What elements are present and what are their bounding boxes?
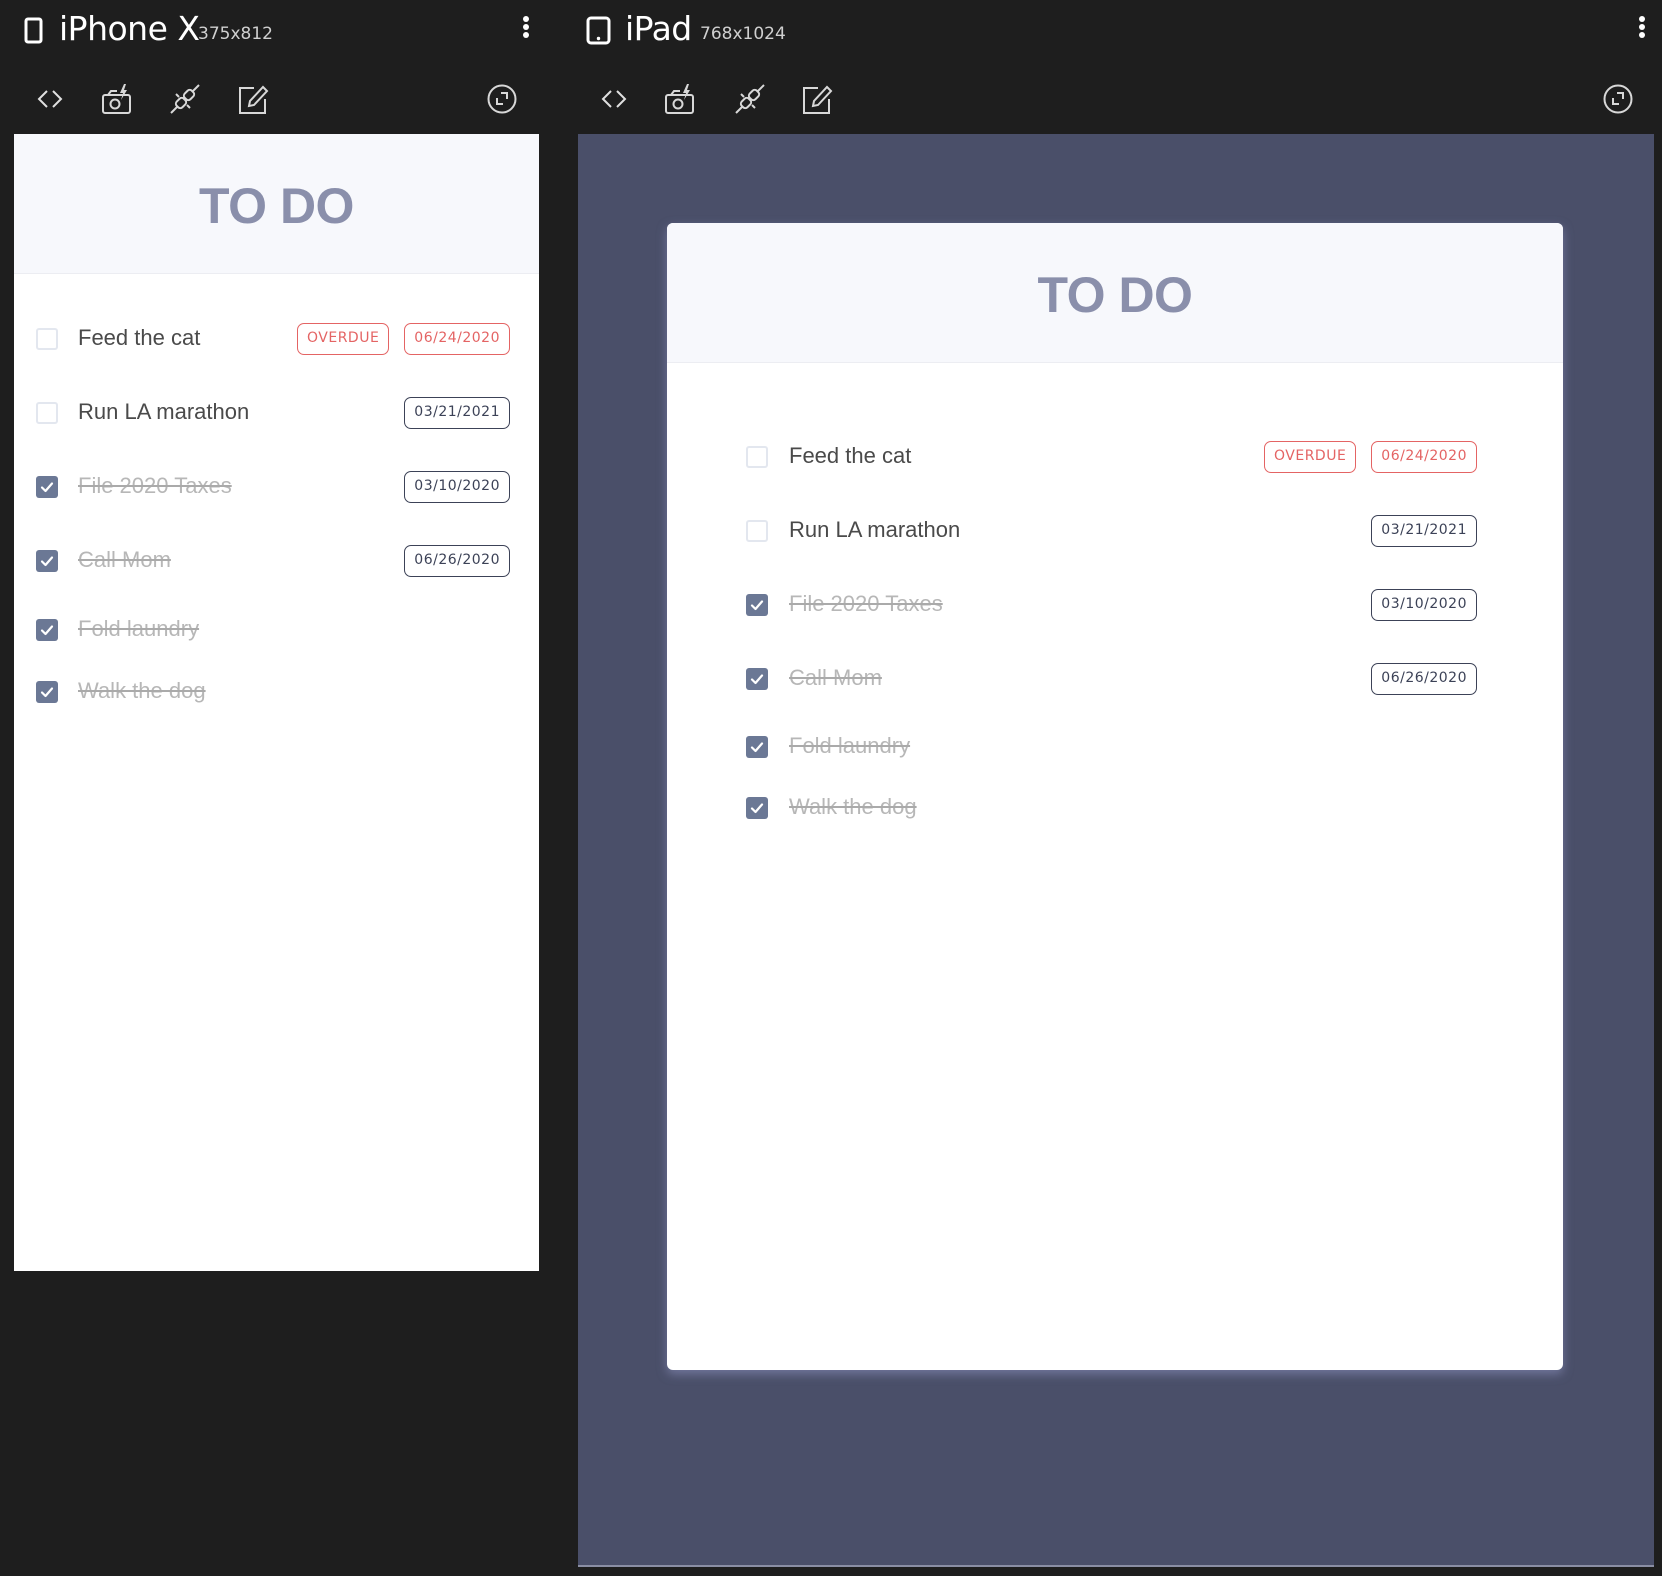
task-label: File 2020 Taxes (78, 473, 232, 498)
checkbox-checked[interactable] (746, 594, 768, 616)
task-badges: OVERDUE 06/24/2020 (297, 323, 510, 355)
more-options-icon[interactable] (1637, 16, 1647, 38)
task-item[interactable]: Call Mom 06/26/2020 (14, 541, 539, 581)
task-label: Run LA marathon (789, 517, 961, 542)
overdue-badge: OVERDUE (297, 323, 390, 355)
task-item[interactable]: File 2020 Taxes 03/10/2020 (14, 467, 539, 507)
task-item[interactable]: Fold laundry (14, 610, 539, 650)
due-date-badge: 06/26/2020 (1371, 663, 1477, 695)
checkbox-checked[interactable] (746, 668, 768, 690)
task-badges: 03/21/2021 (404, 397, 510, 429)
device-name: iPad (625, 9, 692, 48)
checkmark-icon (750, 674, 764, 685)
due-date-badge: 03/21/2021 (404, 397, 510, 429)
device-header-iphone: iPhone X 375x812 (0, 0, 560, 66)
todo-header: TO DO (667, 223, 1563, 363)
edit-icon[interactable] (800, 82, 834, 116)
task-label: Feed the cat (78, 325, 201, 350)
phone-icon (24, 17, 43, 44)
checkbox-unchecked[interactable] (36, 328, 58, 350)
task-label: Call Mom (789, 665, 882, 690)
page-title: TO DO (1037, 267, 1193, 323)
todo-header: TO DO (14, 134, 539, 274)
checkmark-icon (750, 803, 764, 814)
due-date-badge: 06/24/2020 (1371, 441, 1477, 473)
task-label: Run LA marathon (78, 399, 250, 424)
task-item[interactable]: Run LA marathon 03/21/2021 (14, 393, 539, 433)
checkbox-checked[interactable] (746, 797, 768, 819)
screenshot-camera-icon[interactable] (663, 82, 697, 116)
task-badges: 06/26/2020 (1371, 663, 1477, 695)
task-label: Fold laundry (78, 616, 200, 641)
task-label: Feed the cat (789, 443, 912, 468)
task-item[interactable]: Walk the dog (14, 672, 539, 712)
code-view-icon[interactable] (597, 82, 631, 116)
due-date-badge: 03/21/2021 (1371, 515, 1477, 547)
more-options-icon[interactable] (521, 16, 531, 38)
checkbox-unchecked[interactable] (746, 446, 768, 468)
page-title: TO DO (199, 178, 354, 234)
task-label: Walk the dog (78, 678, 206, 703)
connect-plug-icon[interactable] (733, 82, 767, 116)
task-label: Walk the dog (789, 794, 917, 819)
device-size: 375x812 (198, 24, 273, 44)
checkmark-icon (750, 742, 764, 753)
task-label: File 2020 Taxes (789, 591, 943, 616)
checkmark-icon (40, 625, 54, 636)
task-label: Call Mom (78, 547, 171, 572)
tablet-icon (586, 16, 611, 45)
checkbox-checked[interactable] (746, 736, 768, 758)
task-item[interactable]: Feed the cat OVERDUE 06/24/2020 (667, 437, 1563, 477)
checkmark-icon (40, 687, 54, 698)
task-item[interactable]: Walk the dog (667, 788, 1563, 828)
task-badges: 03/21/2021 (1371, 515, 1477, 547)
task-badges: 03/10/2020 (404, 471, 510, 503)
overdue-badge: OVERDUE (1264, 441, 1357, 473)
todo-card: TO DO Feed the cat OVERDUE 06/24/2020 Run L… (667, 223, 1563, 1370)
task-badges: 03/10/2020 (1371, 589, 1477, 621)
edit-icon[interactable] (236, 82, 270, 116)
checkbox-unchecked[interactable] (36, 402, 58, 424)
device-header-ipad: iPad 768x1024 (570, 0, 1662, 66)
connect-plug-icon[interactable] (168, 82, 202, 116)
task-item[interactable]: Fold laundry (667, 727, 1563, 767)
due-date-badge: 06/26/2020 (404, 545, 510, 577)
checkbox-checked[interactable] (36, 619, 58, 641)
rotate-device-icon[interactable] (485, 82, 519, 116)
device-name: iPhone X (59, 9, 200, 48)
device-size: 768x1024 (700, 24, 786, 44)
checkbox-checked[interactable] (36, 550, 58, 572)
task-badges: OVERDUE 06/24/2020 (1264, 441, 1477, 473)
checkbox-unchecked[interactable] (746, 520, 768, 542)
task-item[interactable]: Run LA marathon 03/21/2021 (667, 511, 1563, 551)
screenshot-camera-icon[interactable] (100, 82, 134, 116)
ipad-viewport: TO DO Feed the cat OVERDUE 06/24/2020 Run L… (578, 134, 1654, 1567)
task-label: Fold laundry (789, 733, 911, 758)
due-date-badge: 06/24/2020 (404, 323, 510, 355)
task-badges: 06/26/2020 (404, 545, 510, 577)
task-item[interactable]: Feed the cat OVERDUE 06/24/2020 (14, 319, 539, 359)
checkbox-checked[interactable] (36, 681, 58, 703)
checkmark-icon (750, 600, 764, 611)
due-date-badge: 03/10/2020 (1371, 589, 1477, 621)
due-date-badge: 03/10/2020 (404, 471, 510, 503)
checkmark-icon (40, 482, 54, 493)
iphone-viewport: TO DO Feed the cat OVERDUE 06/24/2020 Run L… (14, 134, 539, 1271)
rotate-device-icon[interactable] (1601, 82, 1635, 116)
task-item[interactable]: File 2020 Taxes 03/10/2020 (667, 585, 1563, 625)
checkbox-checked[interactable] (36, 476, 58, 498)
task-item[interactable]: Call Mom 06/26/2020 (667, 659, 1563, 699)
checkmark-icon (40, 556, 54, 567)
code-view-icon[interactable] (33, 82, 67, 116)
